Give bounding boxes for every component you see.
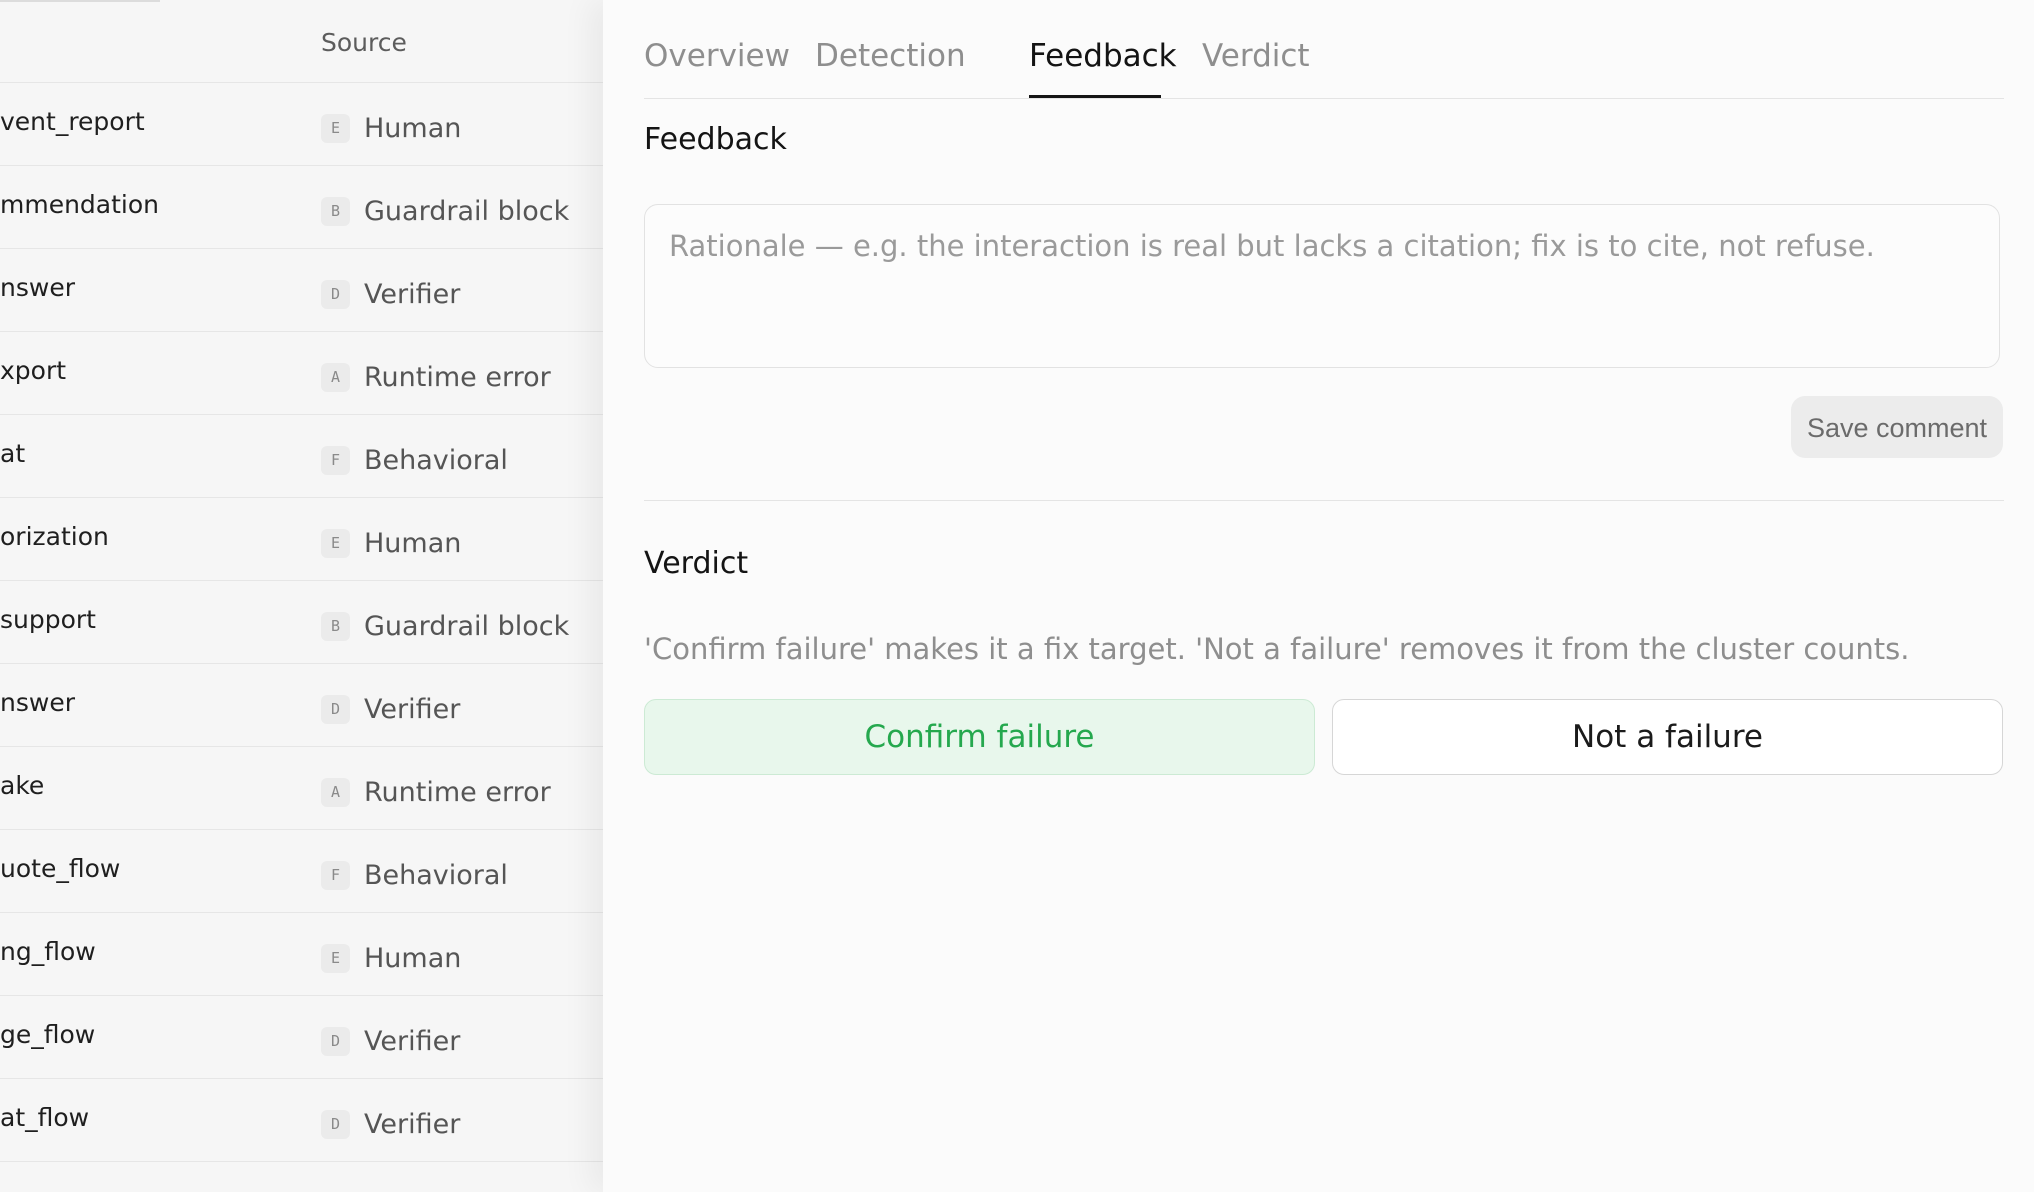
table-row[interactable]: nswer D Verifier: [0, 249, 603, 332]
row-source: Behavioral: [364, 860, 508, 891]
source-badge: D: [321, 695, 350, 724]
source-badge: B: [321, 612, 350, 641]
row-name: ng_flow: [0, 937, 96, 966]
source-badge: D: [321, 1027, 350, 1056]
row-name: support: [0, 605, 96, 634]
source-badge: B: [321, 197, 350, 226]
source-badge: D: [321, 280, 350, 309]
row-name: nswer: [0, 273, 75, 302]
row-source: Behavioral: [364, 445, 508, 476]
row-name: orization: [0, 522, 109, 551]
tab-verdict[interactable]: Verdict: [1202, 38, 1310, 74]
source-badge: E: [321, 944, 350, 973]
row-name: at: [0, 439, 26, 468]
row-source: Human: [364, 528, 462, 559]
row-name: vent_report: [0, 107, 145, 136]
row-source: Verifier: [364, 1109, 461, 1140]
row-name: ge_flow: [0, 1020, 96, 1049]
row-name: ake: [0, 771, 45, 800]
tab-feedback[interactable]: Feedback: [1029, 38, 1177, 74]
table-row[interactable]: xport A Runtime error: [0, 332, 603, 415]
row-source: Verifier: [364, 279, 461, 310]
app-root: Source vent_report E Human mmendation B …: [0, 0, 2034, 1192]
row-source: Verifier: [364, 694, 461, 725]
table-row[interactable]: at_flow D Verifier: [0, 1079, 603, 1162]
table-row[interactable]: ge_flow D Verifier: [0, 996, 603, 1079]
table-row[interactable]: mmendation B Guardrail block: [0, 166, 603, 249]
row-source: Human: [364, 943, 462, 974]
row-source: Verifier: [364, 1026, 461, 1057]
row-source: Guardrail block: [364, 611, 570, 642]
failures-table-panel: Source vent_report E Human mmendation B …: [0, 0, 603, 1192]
source-badge: F: [321, 446, 350, 475]
tab-detection[interactable]: Detection: [815, 38, 966, 74]
table-row[interactable]: nswer D Verifier: [0, 664, 603, 747]
row-name: nswer: [0, 688, 75, 717]
source-badge: E: [321, 114, 350, 143]
tab-overview[interactable]: Overview: [644, 38, 790, 74]
verdict-hint-text: 'Confirm failure' makes it a fix target.…: [644, 632, 1910, 666]
table-row[interactable]: ake A Runtime error: [0, 747, 603, 830]
row-source: Runtime error: [364, 362, 551, 393]
source-badge: A: [321, 778, 350, 807]
row-name: at_flow: [0, 1103, 90, 1132]
not-a-failure-button[interactable]: Not a failure: [1332, 699, 2003, 775]
row-name: xport: [0, 356, 67, 385]
detail-tabs: Overview Detection Feedback Verdict: [644, 0, 2004, 99]
source-badge: A: [321, 363, 350, 392]
source-badge: E: [321, 529, 350, 558]
row-name: uote_flow: [0, 854, 121, 883]
section-divider: [644, 500, 2004, 501]
table-row[interactable]: uote_flow F Behavioral: [0, 830, 603, 913]
save-comment-button[interactable]: Save comment: [1791, 396, 2003, 458]
table-row[interactable]: ng_flow E Human: [0, 913, 603, 996]
active-tab-indicator: [1029, 95, 1161, 98]
feedback-box: [644, 204, 2000, 368]
table-row[interactable]: orization E Human: [0, 498, 603, 581]
table-row[interactable]: at F Behavioral: [0, 415, 603, 498]
table-row[interactable]: support B Guardrail block: [0, 581, 603, 664]
verdict-section-title: Verdict: [644, 546, 749, 581]
source-badge: F: [321, 861, 350, 890]
source-badge: D: [321, 1110, 350, 1139]
column-header-source[interactable]: Source: [321, 28, 407, 57]
table-row[interactable]: vent_report E Human: [0, 83, 603, 166]
confirm-failure-button[interactable]: Confirm failure: [644, 699, 1315, 775]
row-name: mmendation: [0, 190, 160, 219]
row-source: Runtime error: [364, 777, 551, 808]
row-source: Human: [364, 113, 462, 144]
failure-detail-panel: Overview Detection Feedback Verdict Feed…: [603, 0, 2034, 1192]
table-header: Source: [0, 0, 603, 83]
feedback-rationale-input[interactable]: [645, 205, 1999, 367]
feedback-section-title: Feedback: [644, 122, 787, 157]
row-source: Guardrail block: [364, 196, 570, 227]
